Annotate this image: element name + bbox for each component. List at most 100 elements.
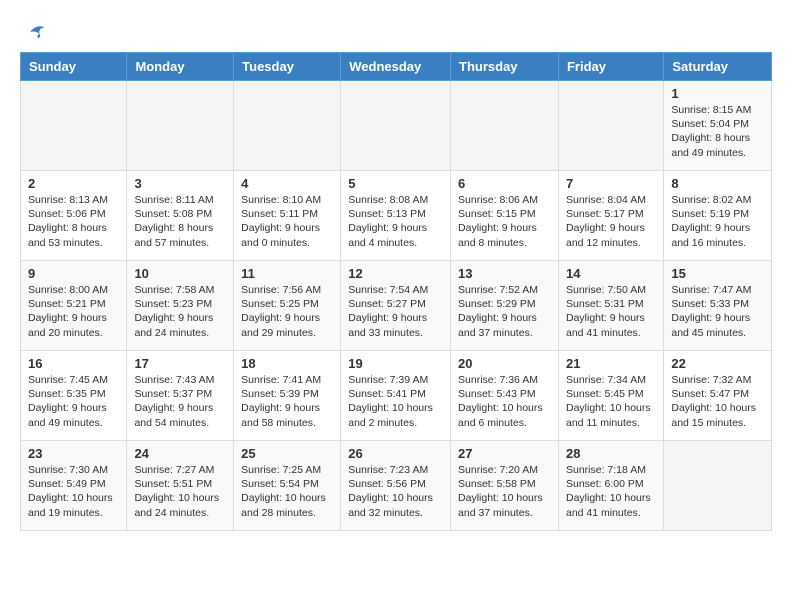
calendar-cell: 2 Sunrise: 8:13 AM Sunset: 5:06 PM Daylig… bbox=[21, 171, 127, 261]
day-info: Sunrise: 7:30 AM Sunset: 5:49 PM Dayligh… bbox=[28, 463, 119, 520]
calendar-cell: 7 Sunrise: 8:04 AM Sunset: 5:17 PM Daylig… bbox=[558, 171, 663, 261]
day-info: Sunrise: 7:41 AM Sunset: 5:39 PM Dayligh… bbox=[241, 373, 333, 430]
calendar-cell: 20 Sunrise: 7:36 AM Sunset: 5:43 PM Dayli… bbox=[451, 351, 559, 441]
calendar-week-4: 16 Sunrise: 7:45 AM Sunset: 5:35 PM Dayli… bbox=[21, 351, 772, 441]
calendar-cell: 26 Sunrise: 7:23 AM Sunset: 5:56 PM Dayli… bbox=[341, 441, 451, 531]
day-number: 19 bbox=[348, 356, 443, 371]
calendar-header-row: SundayMondayTuesdayWednesdayThursdayFrid… bbox=[21, 53, 772, 81]
day-info: Sunrise: 8:04 AM Sunset: 5:17 PM Dayligh… bbox=[566, 193, 656, 250]
day-header-sunday: Sunday bbox=[21, 53, 127, 81]
calendar-cell: 16 Sunrise: 7:45 AM Sunset: 5:35 PM Dayli… bbox=[21, 351, 127, 441]
day-info: Sunrise: 7:32 AM Sunset: 5:47 PM Dayligh… bbox=[671, 373, 764, 430]
day-info: Sunrise: 7:58 AM Sunset: 5:23 PM Dayligh… bbox=[134, 283, 226, 340]
day-header-thursday: Thursday bbox=[451, 53, 559, 81]
day-number: 21 bbox=[566, 356, 656, 371]
day-info: Sunrise: 7:20 AM Sunset: 5:58 PM Dayligh… bbox=[458, 463, 551, 520]
day-info: Sunrise: 7:47 AM Sunset: 5:33 PM Dayligh… bbox=[671, 283, 764, 340]
calendar-cell: 19 Sunrise: 7:39 AM Sunset: 5:41 PM Dayli… bbox=[341, 351, 451, 441]
calendar-cell: 14 Sunrise: 7:50 AM Sunset: 5:31 PM Dayli… bbox=[558, 261, 663, 351]
day-info: Sunrise: 7:52 AM Sunset: 5:29 PM Dayligh… bbox=[458, 283, 551, 340]
day-number: 23 bbox=[28, 446, 119, 461]
day-info: Sunrise: 7:23 AM Sunset: 5:56 PM Dayligh… bbox=[348, 463, 443, 520]
day-number: 10 bbox=[134, 266, 226, 281]
day-number: 14 bbox=[566, 266, 656, 281]
logo bbox=[20, 20, 46, 44]
calendar-cell: 21 Sunrise: 7:34 AM Sunset: 5:45 PM Dayli… bbox=[558, 351, 663, 441]
day-info: Sunrise: 7:50 AM Sunset: 5:31 PM Dayligh… bbox=[566, 283, 656, 340]
day-info: Sunrise: 8:11 AM Sunset: 5:08 PM Dayligh… bbox=[134, 193, 226, 250]
calendar-cell: 17Sunrise: 7:43 AM Sunset: 5:37 PM Dayli… bbox=[127, 351, 234, 441]
calendar-cell bbox=[451, 81, 559, 171]
calendar-cell bbox=[558, 81, 663, 171]
calendar-cell: 3 Sunrise: 8:11 AM Sunset: 5:08 PM Daylig… bbox=[127, 171, 234, 261]
page-header bbox=[20, 20, 772, 44]
day-info: Sunrise: 8:00 AM Sunset: 5:21 PM Dayligh… bbox=[28, 283, 119, 340]
calendar-cell: 10 Sunrise: 7:58 AM Sunset: 5:23 PM Dayli… bbox=[127, 261, 234, 351]
calendar-cell: 13 Sunrise: 7:52 AM Sunset: 5:29 PM Dayli… bbox=[451, 261, 559, 351]
calendar-cell: 22 Sunrise: 7:32 AM Sunset: 5:47 PM Dayli… bbox=[664, 351, 772, 441]
day-info: Sunrise: 8:10 AM Sunset: 5:11 PM Dayligh… bbox=[241, 193, 333, 250]
day-number: 13 bbox=[458, 266, 551, 281]
calendar-cell: 28Sunrise: 7:18 AM Sunset: 6:00 PM Dayli… bbox=[558, 441, 663, 531]
day-header-saturday: Saturday bbox=[664, 53, 772, 81]
calendar-cell bbox=[341, 81, 451, 171]
day-number: 6 bbox=[458, 176, 551, 191]
calendar-week-1: 1 Sunrise: 8:15 AM Sunset: 5:04 PM Daylig… bbox=[21, 81, 772, 171]
day-info: Sunrise: 7:43 AM Sunset: 5:37 PM Dayligh… bbox=[134, 373, 226, 430]
day-info: Sunrise: 8:06 AM Sunset: 5:15 PM Dayligh… bbox=[458, 193, 551, 250]
calendar-cell: 25 Sunrise: 7:25 AM Sunset: 5:54 PM Dayli… bbox=[234, 441, 341, 531]
calendar-cell: 23 Sunrise: 7:30 AM Sunset: 5:49 PM Dayli… bbox=[21, 441, 127, 531]
day-number: 27 bbox=[458, 446, 551, 461]
calendar-week-3: 9 Sunrise: 8:00 AM Sunset: 5:21 PM Daylig… bbox=[21, 261, 772, 351]
day-info: Sunrise: 7:25 AM Sunset: 5:54 PM Dayligh… bbox=[241, 463, 333, 520]
calendar-week-5: 23 Sunrise: 7:30 AM Sunset: 5:49 PM Dayli… bbox=[21, 441, 772, 531]
day-header-tuesday: Tuesday bbox=[234, 53, 341, 81]
day-number: 20 bbox=[458, 356, 551, 371]
day-info: Sunrise: 8:15 AM Sunset: 5:04 PM Dayligh… bbox=[671, 103, 764, 160]
calendar-cell: 18 Sunrise: 7:41 AM Sunset: 5:39 PM Dayli… bbox=[234, 351, 341, 441]
calendar-cell bbox=[664, 441, 772, 531]
day-number: 7 bbox=[566, 176, 656, 191]
day-number: 22 bbox=[671, 356, 764, 371]
day-info: Sunrise: 7:34 AM Sunset: 5:45 PM Dayligh… bbox=[566, 373, 656, 430]
day-number: 2 bbox=[28, 176, 119, 191]
calendar-cell bbox=[127, 81, 234, 171]
calendar-cell: 5 Sunrise: 8:08 AM Sunset: 5:13 PM Daylig… bbox=[341, 171, 451, 261]
day-number: 16 bbox=[28, 356, 119, 371]
calendar-cell: 24Sunrise: 7:27 AM Sunset: 5:51 PM Dayli… bbox=[127, 441, 234, 531]
day-number: 15 bbox=[671, 266, 764, 281]
calendar-cell bbox=[21, 81, 127, 171]
day-number: 24 bbox=[134, 446, 226, 461]
day-number: 3 bbox=[134, 176, 226, 191]
day-number: 5 bbox=[348, 176, 443, 191]
calendar-cell: 9 Sunrise: 8:00 AM Sunset: 5:21 PM Daylig… bbox=[21, 261, 127, 351]
calendar-week-2: 2 Sunrise: 8:13 AM Sunset: 5:06 PM Daylig… bbox=[21, 171, 772, 261]
logo-bird-icon bbox=[22, 20, 46, 44]
day-info: Sunrise: 8:02 AM Sunset: 5:19 PM Dayligh… bbox=[671, 193, 764, 250]
day-info: Sunrise: 7:45 AM Sunset: 5:35 PM Dayligh… bbox=[28, 373, 119, 430]
day-number: 11 bbox=[241, 266, 333, 281]
day-info: Sunrise: 7:54 AM Sunset: 5:27 PM Dayligh… bbox=[348, 283, 443, 340]
day-info: Sunrise: 7:56 AM Sunset: 5:25 PM Dayligh… bbox=[241, 283, 333, 340]
day-number: 12 bbox=[348, 266, 443, 281]
calendar-cell: 6 Sunrise: 8:06 AM Sunset: 5:15 PM Daylig… bbox=[451, 171, 559, 261]
day-number: 8 bbox=[671, 176, 764, 191]
day-info: Sunrise: 8:08 AM Sunset: 5:13 PM Dayligh… bbox=[348, 193, 443, 250]
day-number: 18 bbox=[241, 356, 333, 371]
day-info: Sunrise: 7:36 AM Sunset: 5:43 PM Dayligh… bbox=[458, 373, 551, 430]
day-number: 4 bbox=[241, 176, 333, 191]
calendar-cell: 4 Sunrise: 8:10 AM Sunset: 5:11 PM Daylig… bbox=[234, 171, 341, 261]
day-header-monday: Monday bbox=[127, 53, 234, 81]
day-number: 26 bbox=[348, 446, 443, 461]
calendar-cell: 1 Sunrise: 8:15 AM Sunset: 5:04 PM Daylig… bbox=[664, 81, 772, 171]
calendar-cell bbox=[234, 81, 341, 171]
calendar-cell: 12 Sunrise: 7:54 AM Sunset: 5:27 PM Dayli… bbox=[341, 261, 451, 351]
calendar-cell: 15 Sunrise: 7:47 AM Sunset: 5:33 PM Dayli… bbox=[664, 261, 772, 351]
day-number: 9 bbox=[28, 266, 119, 281]
day-info: Sunrise: 7:39 AM Sunset: 5:41 PM Dayligh… bbox=[348, 373, 443, 430]
day-number: 1 bbox=[671, 86, 764, 101]
day-header-friday: Friday bbox=[558, 53, 663, 81]
day-info: Sunrise: 8:13 AM Sunset: 5:06 PM Dayligh… bbox=[28, 193, 119, 250]
day-number: 25 bbox=[241, 446, 333, 461]
calendar-table: SundayMondayTuesdayWednesdayThursdayFrid… bbox=[20, 52, 772, 531]
